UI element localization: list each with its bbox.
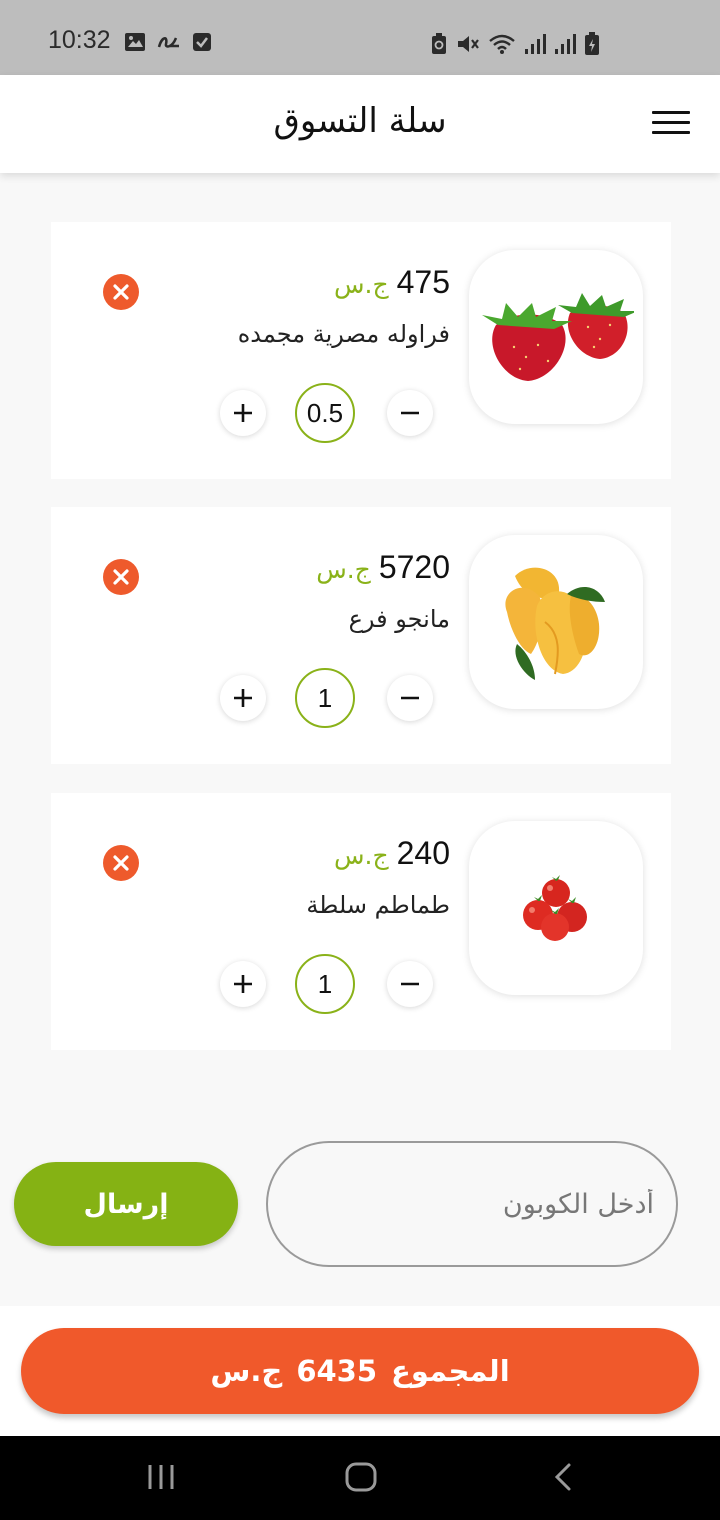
- total-currency: ج.س: [210, 1354, 283, 1388]
- minus-icon: [401, 411, 419, 415]
- quantity-value: 1: [295, 954, 355, 1014]
- status-time: 10:32: [48, 26, 111, 54]
- status-right-icons: [430, 32, 600, 60]
- quantity-decrease-button[interactable]: [387, 675, 433, 721]
- item-currency: ج.س: [334, 841, 389, 870]
- price-row: 475 ج.س: [334, 264, 450, 301]
- remove-item-button[interactable]: [103, 845, 139, 881]
- quantity-value: 1: [295, 668, 355, 728]
- product-image-strawberry: [469, 250, 643, 424]
- item-price: 475: [396, 264, 450, 300]
- quantity-value: 0.5: [295, 383, 355, 443]
- minus-icon: [401, 982, 419, 986]
- gallery-icon: [124, 32, 146, 56]
- close-icon: [113, 855, 129, 871]
- item-price: 5720: [378, 549, 450, 585]
- quantity-increase-button[interactable]: [220, 961, 266, 1007]
- product-image-tomato: [469, 821, 643, 995]
- price-row: 5720 ج.س: [316, 549, 450, 586]
- checkout-panel: المجموع 6435 ج.س: [0, 1306, 720, 1436]
- close-icon: [113, 569, 129, 585]
- checkout-total-button[interactable]: المجموع 6435 ج.س: [21, 1328, 699, 1414]
- remove-item-button[interactable]: [103, 274, 139, 310]
- item-price: 240: [396, 835, 450, 871]
- recent-apps-icon[interactable]: [146, 1462, 176, 1496]
- home-icon[interactable]: [345, 1462, 377, 1496]
- cart-item-card: 240 ج.س طماطم سلطة 1: [51, 793, 671, 1050]
- item-currency: ج.س: [334, 270, 389, 299]
- product-image-mango: [469, 535, 643, 709]
- quantity-increase-button[interactable]: [220, 675, 266, 721]
- total-amount: 6435: [296, 1354, 378, 1388]
- mute-icon: [456, 33, 480, 59]
- item-name: فراوله مصرية مجمده: [237, 320, 450, 348]
- close-icon: [113, 284, 129, 300]
- total-label: المجموع: [391, 1354, 510, 1388]
- remove-item-button[interactable]: [103, 559, 139, 595]
- wifi-icon: [488, 33, 516, 59]
- plus-icon: [234, 689, 252, 707]
- status-left-icons: [124, 32, 212, 56]
- page-title: سلة التسوق: [273, 101, 447, 141]
- system-nav-bar: [0, 1436, 720, 1520]
- item-currency: ج.س: [316, 555, 371, 584]
- quantity-decrease-button[interactable]: [387, 390, 433, 436]
- signal-icon: [554, 33, 576, 59]
- plus-icon: [234, 404, 252, 422]
- item-name: طماطم سلطة: [306, 891, 450, 919]
- back-icon[interactable]: [551, 1462, 575, 1496]
- quantity-increase-button[interactable]: [220, 390, 266, 436]
- quantity-decrease-button[interactable]: [387, 961, 433, 1007]
- battery-icon: [584, 32, 600, 60]
- battery-saver-icon: [430, 33, 448, 59]
- coupon-submit-button[interactable]: إرسال: [14, 1162, 238, 1246]
- minus-icon: [401, 696, 419, 700]
- item-name: مانجو فرع: [348, 605, 450, 633]
- app-bar: سلة التسوق: [0, 75, 720, 173]
- plus-icon: [234, 975, 252, 993]
- status-bar: 10:32: [0, 0, 720, 75]
- price-row: 240 ج.س: [334, 835, 450, 872]
- cart-item-card: 475 ج.س فراوله مصرية مجمده 0.5: [51, 222, 671, 479]
- link-icon: [156, 32, 182, 56]
- cart-item-card: 5720 ج.س مانجو فرع 1: [51, 507, 671, 764]
- coupon-input[interactable]: [266, 1141, 678, 1267]
- checkbox-icon: [192, 32, 212, 56]
- hamburger-menu-icon[interactable]: [652, 111, 690, 139]
- signal-icon: [524, 33, 546, 59]
